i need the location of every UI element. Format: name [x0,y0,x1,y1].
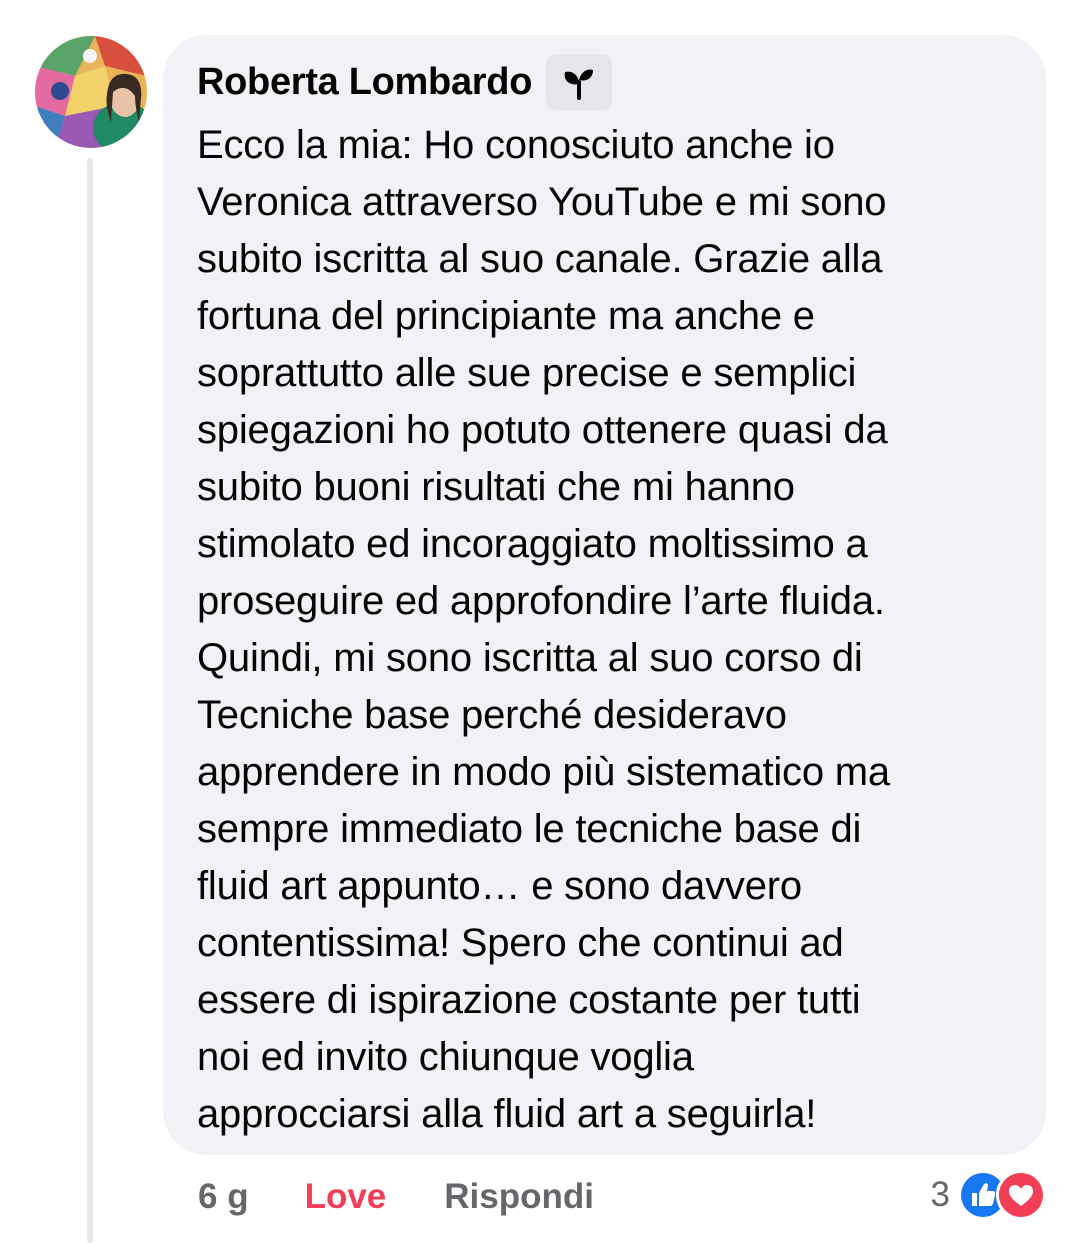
sprout-icon[interactable] [546,54,613,110]
author-name[interactable]: Roberta Lombardo [197,61,532,104]
comment-bubble: Roberta Lombardo Ecco la mia: Ho conosci… [163,35,1046,1155]
comment-actions: 6 g Love Rispondi [198,1172,594,1222]
reply-button[interactable]: Rispondi [444,1177,594,1217]
love-icon [996,1170,1046,1220]
comment-text: Ecco la mia: Ho conosciuto anche io Vero… [197,123,890,1136]
avatar[interactable] [35,36,147,148]
comment-header: Roberta Lombardo [197,53,1012,111]
reactions-summary[interactable]: 3 [931,1170,1046,1220]
timestamp[interactable]: 6 g [198,1177,249,1217]
reaction-count: 3 [930,1175,950,1214]
thread-line [87,158,93,1243]
love-reaction-button[interactable]: Love [305,1177,387,1217]
